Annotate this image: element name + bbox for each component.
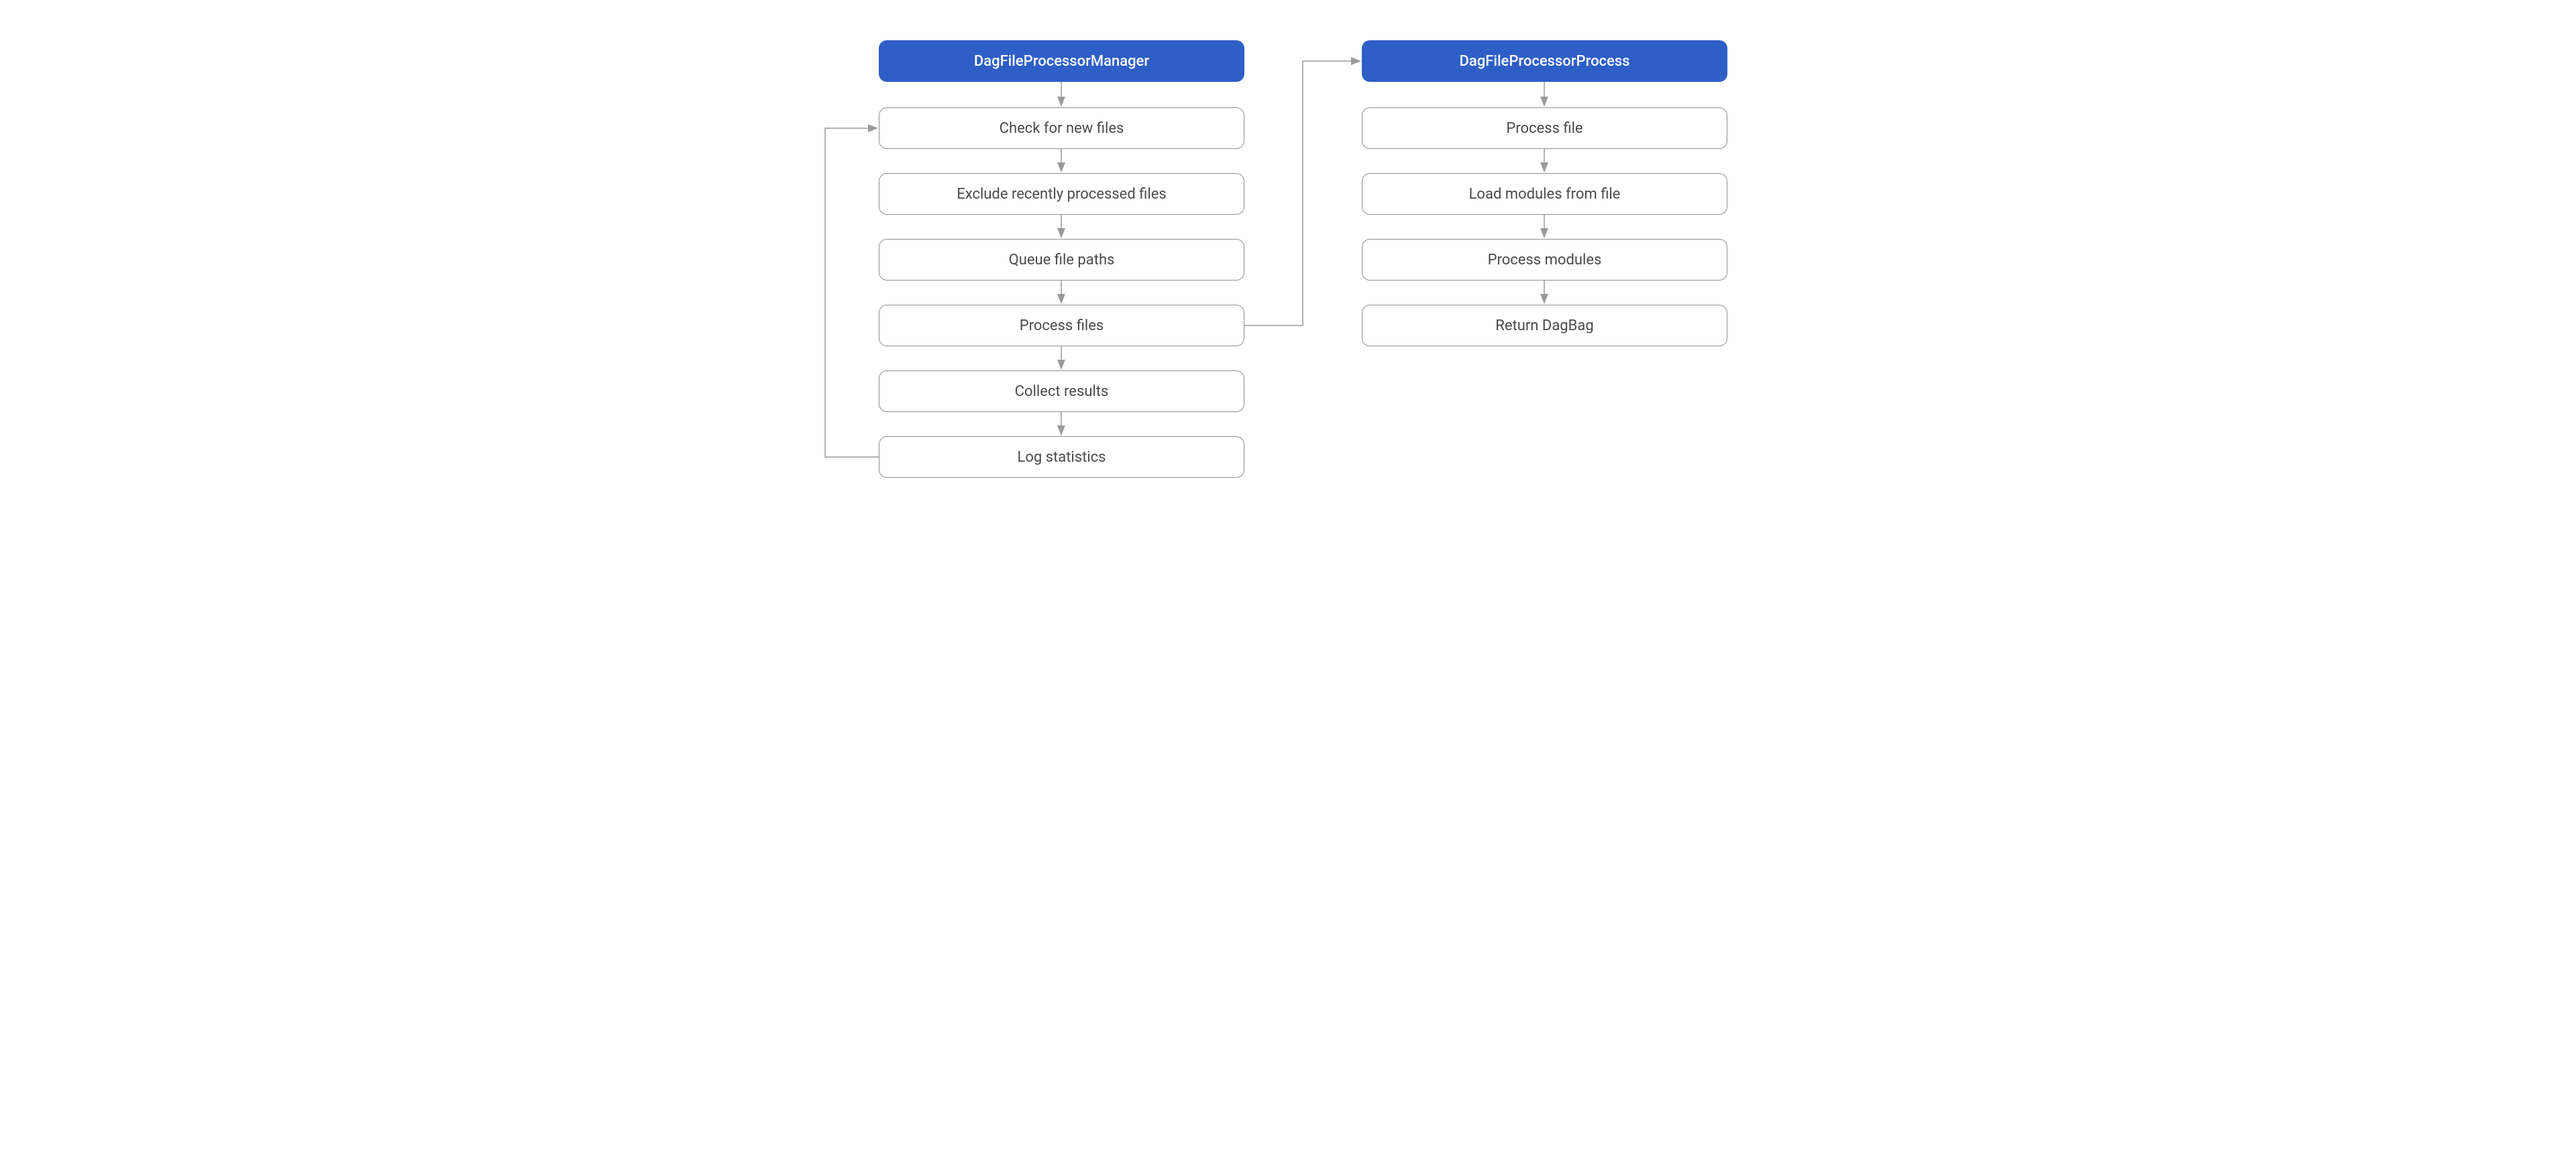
arrow-process-files-to-right-header — [1244, 61, 1359, 325]
left-step-process-files: Process files — [879, 305, 1244, 346]
left-step-collect-results: Collect results — [879, 370, 1244, 412]
right-step-process-modules: Process modules — [1362, 239, 1727, 281]
arrow-loop-back — [825, 128, 879, 457]
left-header: DagFileProcessorManager — [879, 40, 1244, 82]
left-step-queue-file-paths: Queue file paths — [879, 239, 1244, 281]
right-step-load-modules: Load modules from file — [1362, 173, 1727, 215]
left-step-log-statistics: Log statistics — [879, 436, 1244, 478]
right-step-process-file: Process file — [1362, 107, 1727, 149]
left-step-check-new-files: Check for new files — [879, 107, 1244, 149]
right-step-return-dagbag: Return DagBag — [1362, 305, 1727, 346]
right-header: DagFileProcessorProcess — [1362, 40, 1727, 82]
left-step-exclude-recently-processed: Exclude recently processed files — [879, 173, 1244, 215]
flowchart-diagram: DagFileProcessorManager Check for new fi… — [778, 27, 1798, 510]
